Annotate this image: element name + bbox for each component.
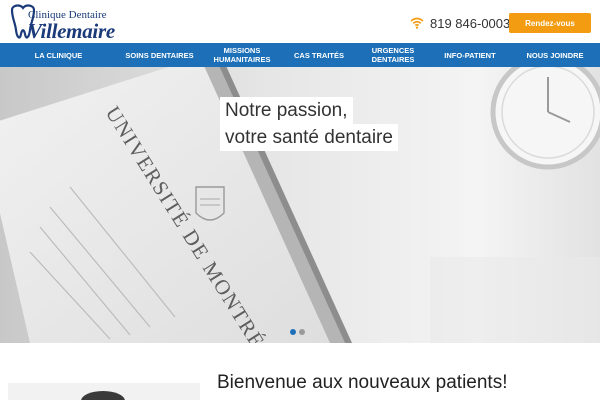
wifi-signal-icon (410, 17, 424, 29)
slider-pagination (290, 329, 305, 335)
slider-dot-2[interactable] (299, 329, 305, 335)
logo-line2: Villemaire (28, 19, 115, 43)
nav-item-nous-joindre[interactable]: NOUS JOINDRE (510, 43, 600, 67)
nav-item-la-clinique[interactable]: LA CLINIQUE (0, 43, 117, 67)
site-header: Clinique Dentaire Villemaire 819 846-000… (0, 0, 600, 43)
hero-slider: UNIVERSITÉ DE MONTRÉAL Notre passion, vo… (0, 67, 600, 343)
phone-number: 819 846-0003 (430, 15, 511, 31)
slider-dot-1[interactable] (290, 329, 296, 335)
nav-item-urgences-dentaires[interactable]: URGENCES DENTAIRES (356, 43, 430, 67)
nav-item-missions-humanitaires[interactable]: MISSIONS HUMANITAIRES (202, 43, 282, 67)
appointment-button[interactable]: Rendez-vous (509, 13, 591, 33)
welcome-image (8, 383, 200, 400)
nav-item-cas-traites[interactable]: CAS TRAITÉS (282, 43, 356, 67)
nav-item-soins-dentaires[interactable]: SOINS DENTAIRES (117, 43, 202, 67)
hero-headline-line2: votre santé dentaire (220, 124, 398, 151)
hero-headline-line1: Notre passion, (220, 97, 353, 124)
clinic-logo[interactable]: Clinique Dentaire Villemaire (8, 4, 133, 43)
nav-item-info-patient[interactable]: INFO-PATIENT (430, 43, 510, 67)
main-nav: LA CLINIQUE SOINS DENTAIRES MISSIONS HUM… (0, 43, 600, 67)
welcome-heading: Bienvenue aux nouveaux patients! (217, 372, 508, 393)
phone-contact[interactable]: 819 846-0003 (410, 14, 510, 32)
